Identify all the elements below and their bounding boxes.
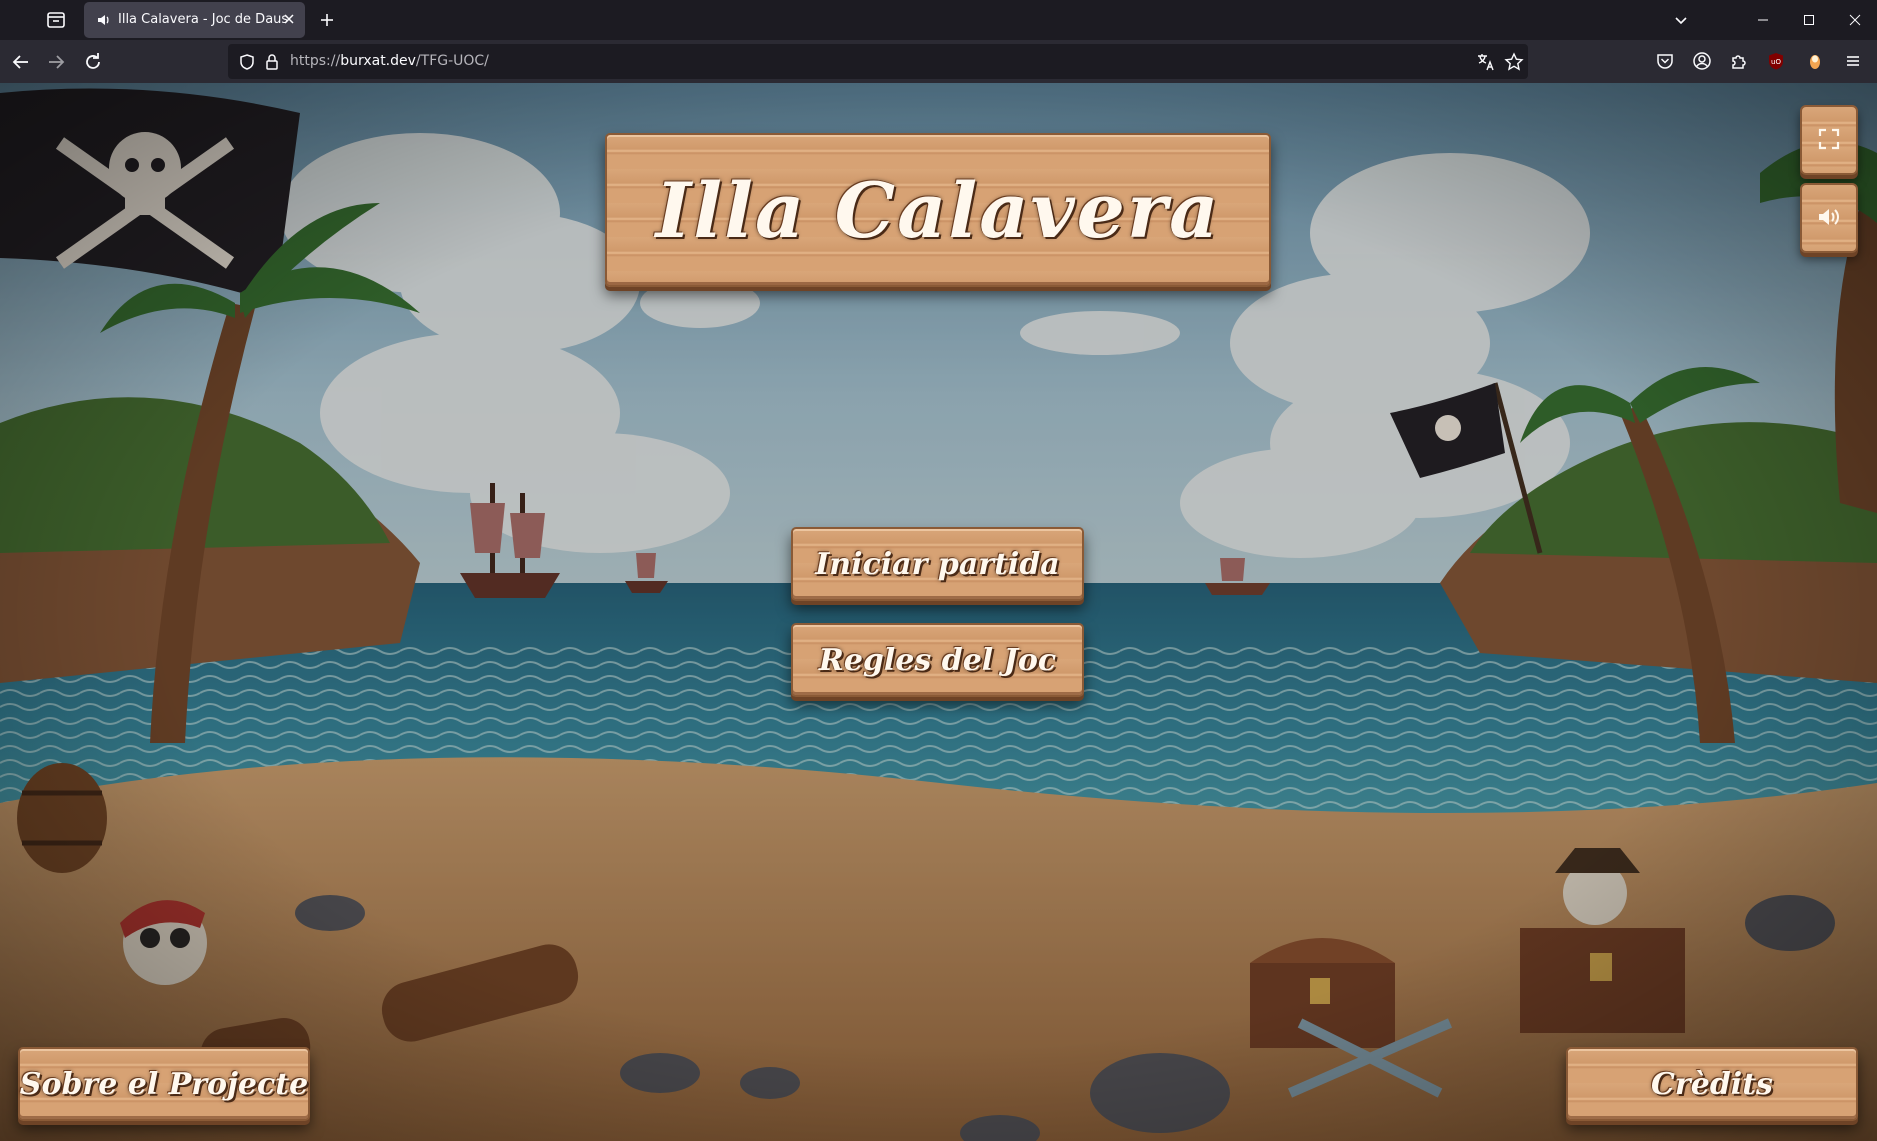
tab-audio-icon[interactable]: [96, 12, 112, 28]
translate-icon[interactable]: [1476, 52, 1496, 72]
game-viewport: Illa Calavera Iniciar partida Regles del…: [0, 83, 1877, 1141]
tab-title: Illa Calavera - Joc de Daus: [118, 12, 289, 27]
browser-tab-active[interactable]: Illa Calavera - Joc de Daus: [84, 2, 305, 38]
window-close-icon[interactable]: [1832, 0, 1877, 40]
svg-text:uO: uO: [1771, 58, 1781, 66]
list-all-tabs-icon[interactable]: [1670, 9, 1692, 31]
maximize-icon[interactable]: [1786, 0, 1832, 40]
game-rules-button[interactable]: Regles del Joc: [791, 623, 1084, 697]
browser-tab-bar: Illa Calavera - Joc de Daus: [0, 0, 1877, 40]
lock-icon[interactable]: [264, 53, 280, 71]
sound-toggle-button[interactable]: [1800, 183, 1858, 253]
game-title: Illa Calavera: [605, 133, 1271, 287]
extensions-puzzle-icon[interactable]: [1728, 50, 1750, 72]
menu-hamburger-icon[interactable]: [1842, 50, 1864, 72]
address-bar[interactable]: https://burxat.dev/TFG-UOC/: [228, 44, 1528, 79]
start-game-button[interactable]: Iniciar partida: [791, 527, 1084, 601]
about-project-button[interactable]: Sobre el Projecte: [18, 1047, 310, 1121]
tracking-protection-shield-icon[interactable]: [238, 53, 256, 71]
minimize-icon[interactable]: [1740, 0, 1786, 40]
new-tab-icon[interactable]: [316, 9, 338, 31]
url-text[interactable]: https://burxat.dev/TFG-UOC/: [290, 53, 489, 69]
browser-navigation-bar: https://burxat.dev/TFG-UOC/ uO: [0, 40, 1877, 83]
extension-egg-icon[interactable]: [1804, 50, 1826, 72]
back-icon[interactable]: [9, 50, 33, 74]
ublock-origin-icon[interactable]: uO: [1765, 50, 1787, 72]
fullscreen-icon: [1818, 128, 1840, 153]
account-icon[interactable]: [1691, 50, 1713, 72]
fullscreen-button[interactable]: [1800, 105, 1858, 175]
url-prefix: https://: [290, 53, 341, 69]
pocket-icon[interactable]: [1654, 50, 1676, 72]
firefox-view-icon[interactable]: [44, 8, 68, 32]
url-host: burxat.dev: [340, 53, 416, 69]
speaker-icon: [1817, 206, 1841, 231]
bookmark-star-icon[interactable]: [1504, 52, 1524, 72]
reload-icon[interactable]: [81, 50, 105, 74]
credits-button[interactable]: Crèdits: [1566, 1047, 1858, 1121]
url-path: /TFG-UOC/: [415, 53, 489, 69]
forward-icon[interactable]: [44, 50, 68, 74]
tab-close-icon[interactable]: [281, 11, 297, 27]
